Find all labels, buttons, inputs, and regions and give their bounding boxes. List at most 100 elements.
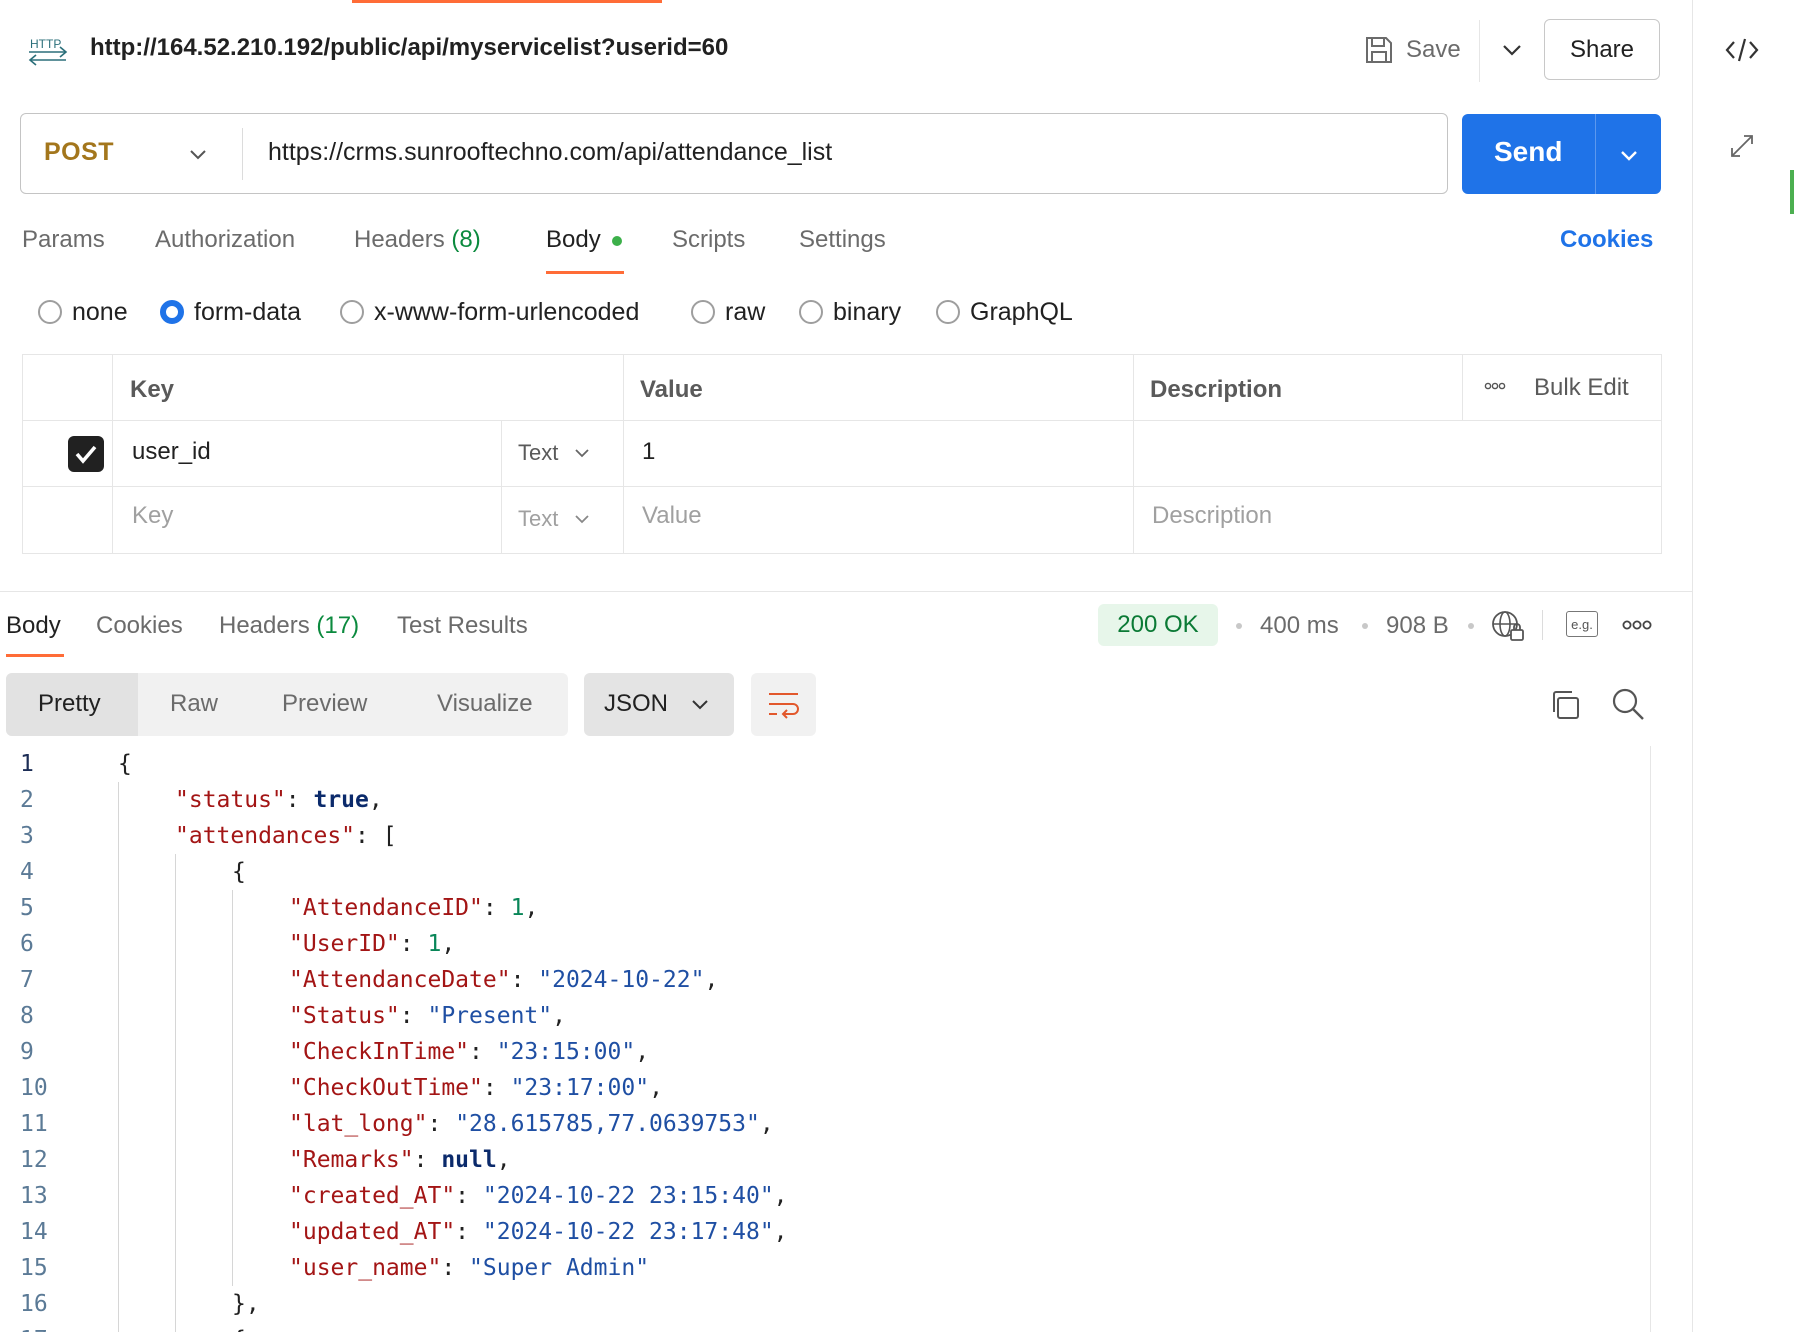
- radio-binary-label[interactable]: binary: [833, 298, 901, 327]
- tab-body[interactable]: Body: [546, 226, 601, 254]
- collapse-icon[interactable]: [1724, 128, 1760, 164]
- table-col-divider: [1133, 354, 1134, 554]
- status-badge[interactable]: 200 OK: [1098, 604, 1218, 646]
- code-token: :: [455, 1219, 483, 1245]
- code-line: 7 "AttendanceDate": "2024-10-22",: [0, 962, 1640, 998]
- response-tab-headers[interactable]: Headers (17): [219, 612, 359, 640]
- code-token: :: [510, 967, 539, 993]
- method-selector[interactable]: POST: [44, 138, 114, 167]
- response-size[interactable]: 908 B: [1386, 612, 1449, 640]
- code-line: 6 "UserID": 1,: [0, 926, 1640, 962]
- tab-authorization[interactable]: Authorization: [155, 226, 295, 254]
- code-text: "Status": "Present",: [289, 998, 566, 1034]
- search-icon[interactable]: [1610, 686, 1646, 722]
- code-text: },: [232, 1286, 260, 1322]
- code-token: {: [118, 751, 132, 777]
- bulk-edit-button[interactable]: Bulk Edit: [1534, 374, 1629, 402]
- row-value-input[interactable]: 1: [642, 438, 655, 466]
- radio-form-data[interactable]: [160, 300, 184, 324]
- code-text: "updated_AT": "2024-10-22 23:17:48",: [289, 1214, 788, 1250]
- response-body-editor[interactable]: 1{2 "status": true, 3 "attendances": [4{5 "A…: [0, 746, 1640, 1332]
- request-title[interactable]: http://164.52.210.192/public/api/myservi…: [90, 34, 728, 62]
- radio-none[interactable]: [38, 300, 62, 324]
- code-text: "UserID": 1,: [289, 926, 455, 962]
- code-token: "AttendanceID": [289, 895, 483, 921]
- radio-binary[interactable]: [799, 300, 823, 324]
- response-tab-cookies[interactable]: Cookies: [96, 612, 183, 640]
- method-chevron-down-icon[interactable]: [184, 140, 212, 168]
- editor-scrollbar-track[interactable]: [1650, 746, 1651, 1332]
- row-enabled-checkbox[interactable]: [68, 436, 104, 472]
- column-header-key: Key: [130, 376, 175, 403]
- radio-none-label[interactable]: none: [72, 298, 128, 327]
- new-key-input[interactable]: Key: [132, 502, 173, 530]
- column-header-description: Description: [1150, 376, 1283, 403]
- cookies-link[interactable]: Cookies: [1560, 226, 1653, 254]
- save-options-chevron-down-icon[interactable]: [1494, 32, 1530, 68]
- code-token: "CheckOutTime": [289, 1075, 483, 1101]
- code-text: {: [232, 1322, 246, 1332]
- line-number: 10: [20, 1075, 48, 1101]
- more-options-icon[interactable]: [1484, 380, 1506, 392]
- code-text: {: [232, 854, 246, 890]
- radio-graphql[interactable]: [936, 300, 960, 324]
- line-number: 5: [20, 895, 34, 921]
- line-number: 15: [20, 1255, 48, 1281]
- line-number: 17: [20, 1322, 78, 1332]
- tab-params[interactable]: Params: [22, 226, 105, 254]
- code-token: "CheckInTime": [289, 1039, 470, 1065]
- format-raw[interactable]: Raw: [170, 690, 218, 718]
- more-options-icon[interactable]: [1622, 618, 1652, 632]
- code-line: 12 "Remarks": null,: [0, 1142, 1640, 1178]
- format-visualize[interactable]: Visualize: [437, 690, 533, 718]
- code-token: "2024-10-22": [538, 967, 705, 993]
- new-type-selector[interactable]: Text: [518, 506, 592, 532]
- tab-headers-count: (8): [451, 226, 481, 253]
- code-line: 10 "CheckOutTime": "23:17:00",: [0, 1070, 1640, 1106]
- radio-raw-label[interactable]: raw: [725, 298, 765, 327]
- radio-form-data-label[interactable]: form-data: [194, 298, 301, 327]
- tab-settings[interactable]: Settings: [799, 226, 886, 254]
- new-description-input[interactable]: Description: [1152, 502, 1272, 530]
- radio-graphql-label[interactable]: GraphQL: [970, 298, 1073, 327]
- code-snippet-icon[interactable]: [1722, 30, 1762, 70]
- code-token: :: [285, 787, 314, 813]
- copy-icon[interactable]: [1548, 688, 1582, 722]
- radio-urlencoded[interactable]: [340, 300, 364, 324]
- response-divider: [0, 591, 1692, 592]
- http-icon: HTTP: [28, 37, 68, 66]
- response-time[interactable]: 400 ms: [1260, 612, 1339, 640]
- sidebar-status-indicator: [1790, 170, 1794, 214]
- new-value-input[interactable]: Value: [642, 502, 702, 530]
- share-button[interactable]: Share: [1544, 19, 1660, 80]
- wrap-lines-button[interactable]: [751, 673, 816, 736]
- save-button[interactable]: Save: [1364, 28, 1461, 72]
- response-tab-test-results[interactable]: Test Results: [397, 612, 528, 640]
- meta-separator: [1542, 610, 1543, 640]
- code-token: "status": [175, 787, 286, 813]
- row-key-input[interactable]: user_id: [132, 438, 211, 466]
- tab-scripts[interactable]: Scripts: [672, 226, 745, 254]
- new-type-label: Text: [518, 506, 559, 531]
- radio-urlencoded-label[interactable]: x-www-form-urlencoded: [374, 298, 639, 327]
- code-token: {: [232, 859, 246, 885]
- send-label[interactable]: Send: [1494, 136, 1562, 168]
- format-preview[interactable]: Preview: [282, 690, 367, 718]
- language-chevron-down-icon[interactable]: [686, 690, 714, 718]
- code-token: 1: [510, 895, 525, 921]
- tab-headers[interactable]: Headers (8): [354, 226, 481, 254]
- send-options-chevron-down-icon[interactable]: [1614, 140, 1644, 170]
- code-text: "lat_long": "28.615785,77.0639753",: [289, 1106, 774, 1142]
- language-label[interactable]: JSON: [604, 690, 668, 718]
- format-pretty[interactable]: Pretty: [38, 690, 101, 718]
- response-tab-body[interactable]: Body: [6, 612, 61, 640]
- meta-separator-dot: [1236, 623, 1242, 629]
- row-type-selector[interactable]: Text: [518, 440, 592, 466]
- code-text: {: [118, 746, 132, 782]
- response-tab-headers-count: (17): [316, 612, 360, 639]
- save-as-example-button[interactable]: e.g.: [1566, 611, 1598, 637]
- url-input[interactable]: https://crms.sunrooftechno.com/api/atten…: [268, 138, 832, 167]
- radio-raw[interactable]: [691, 300, 715, 324]
- save-icon: [1366, 37, 1392, 63]
- network-globe-lock-icon[interactable]: [1490, 608, 1526, 644]
